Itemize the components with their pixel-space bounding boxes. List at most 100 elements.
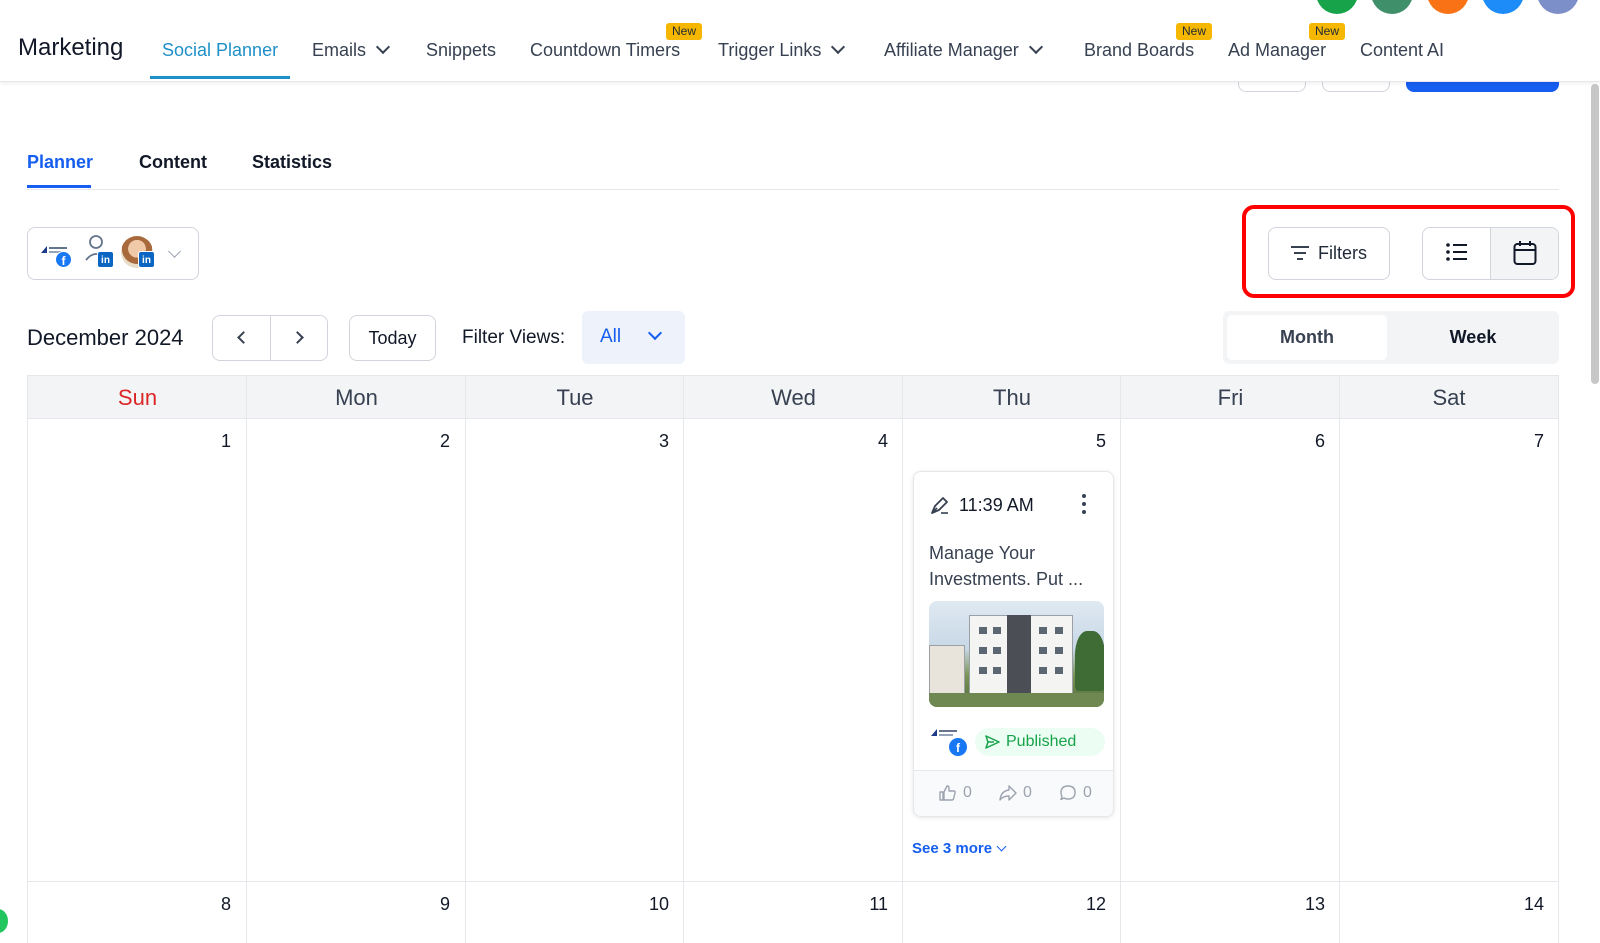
status-badge: Published bbox=[975, 728, 1105, 756]
grid-line bbox=[465, 375, 466, 943]
day-number: 1 bbox=[220, 431, 231, 451]
list-view-button[interactable] bbox=[1423, 228, 1491, 279]
chevron-down-icon bbox=[647, 325, 663, 341]
prev-month-button[interactable] bbox=[213, 316, 271, 360]
grid-line bbox=[27, 375, 28, 943]
new-badge: New bbox=[1176, 23, 1213, 40]
day-number: 7 bbox=[1533, 431, 1544, 451]
avatar[interactable] bbox=[1537, 0, 1579, 14]
status-label: Published bbox=[1006, 733, 1077, 750]
filters-button[interactable]: Filters bbox=[1268, 227, 1390, 280]
pen-icon bbox=[931, 497, 948, 514]
nav-affiliate-manager[interactable]: Affiliate Manager bbox=[884, 39, 1043, 61]
month-view-button[interactable]: Month bbox=[1227, 315, 1387, 360]
chevron-down-icon bbox=[1028, 39, 1043, 55]
weekday-mon: Mon bbox=[335, 385, 378, 410]
list-icon bbox=[1446, 243, 1467, 261]
nav-trigger-links-label: Trigger Links bbox=[718, 40, 822, 60]
post-time: 11:39 AM bbox=[959, 495, 1034, 515]
see-more-label: See 3 more bbox=[912, 840, 993, 857]
tab-content[interactable]: Content bbox=[139, 152, 207, 173]
day-number: 12 bbox=[1085, 894, 1106, 914]
tab-planner[interactable]: Planner bbox=[27, 152, 93, 173]
like-icon bbox=[939, 785, 956, 801]
see-more-link[interactable]: See 3 more bbox=[912, 840, 1007, 857]
filter-views-select[interactable]: All bbox=[582, 311, 685, 364]
day-number: 8 bbox=[220, 894, 231, 914]
today-button[interactable]: Today bbox=[349, 315, 436, 361]
day-number: 6 bbox=[1314, 431, 1325, 451]
weekday-header: Sun Mon Tue Wed Thu Fri Sat bbox=[27, 375, 1559, 419]
weekday-sat: Sat bbox=[1432, 385, 1466, 410]
phone-icon[interactable] bbox=[1316, 0, 1358, 14]
view-toggle bbox=[1422, 227, 1559, 280]
filters-label: Filters bbox=[1318, 243, 1367, 263]
brand-logo bbox=[929, 726, 959, 738]
grid-line bbox=[902, 375, 903, 943]
chat-icon[interactable] bbox=[1371, 0, 1413, 14]
nav-emails[interactable]: Emails bbox=[312, 39, 391, 61]
chevron-down-icon bbox=[831, 39, 846, 55]
post-text-line: Manage Your bbox=[929, 543, 1036, 563]
linkedin-icon: in bbox=[97, 251, 114, 268]
scrollbar-thumb[interactable] bbox=[1591, 84, 1599, 384]
filter-views-value: All bbox=[600, 326, 622, 347]
grid-line bbox=[1120, 375, 1121, 943]
nav-brand-boards[interactable]: Brand Boards bbox=[1084, 40, 1194, 61]
social-accounts-selector[interactable]: f in in bbox=[27, 227, 199, 280]
next-month-button[interactable] bbox=[271, 316, 329, 360]
day-number: 4 bbox=[877, 431, 888, 451]
grid-line bbox=[1558, 375, 1559, 943]
grid-line bbox=[246, 375, 247, 943]
comment-icon bbox=[1060, 785, 1076, 801]
tab-statistics[interactable]: Statistics bbox=[252, 152, 332, 173]
share-count: 0 bbox=[1023, 784, 1032, 801]
post-text: Manage Your Investments. Put ... bbox=[929, 540, 1104, 592]
weekday-wed: Wed bbox=[771, 385, 816, 410]
facebook-icon: f bbox=[55, 251, 72, 268]
tabs-divider bbox=[27, 189, 1559, 190]
weekday-sun: Sun bbox=[117, 385, 158, 410]
grid-line bbox=[27, 881, 1559, 882]
post-text-line: Investments. Put ... bbox=[929, 569, 1084, 589]
chevron-right-icon bbox=[291, 331, 304, 344]
weekday-tue: Tue bbox=[556, 385, 594, 410]
nav-content-ai[interactable]: Content AI bbox=[1360, 40, 1444, 61]
day-number: 13 bbox=[1304, 894, 1325, 914]
month-navigation bbox=[212, 315, 328, 361]
more-options-icon[interactable] bbox=[1082, 494, 1086, 514]
new-badge: New bbox=[666, 23, 703, 40]
weekday-fri: Fri bbox=[1217, 385, 1244, 410]
facebook-icon: f bbox=[948, 737, 968, 757]
post-stats: 0 0 0 bbox=[914, 770, 1113, 816]
month-week-toggle: Month Week bbox=[1223, 311, 1559, 364]
notification-icon[interactable] bbox=[1427, 0, 1469, 14]
like-count: 0 bbox=[963, 784, 972, 801]
grid-line bbox=[1339, 375, 1340, 943]
nav-affiliate-manager-label: Affiliate Manager bbox=[884, 40, 1019, 60]
post-card[interactable]: 11:39 AM Manage Your Investments. Put ..… bbox=[913, 471, 1114, 817]
week-view-button[interactable]: Week bbox=[1391, 315, 1555, 360]
linkedin-icon: in bbox=[138, 251, 155, 268]
share-icon bbox=[999, 785, 1017, 801]
filter-views-label: Filter Views: bbox=[462, 327, 566, 348]
day-number: 10 bbox=[648, 894, 669, 914]
help-icon[interactable] bbox=[1482, 0, 1524, 14]
filter-icon bbox=[1291, 246, 1309, 260]
chevron-down-icon bbox=[168, 245, 181, 258]
new-badge: New bbox=[1309, 23, 1346, 40]
nav-active-underline bbox=[150, 76, 290, 79]
chevron-down-icon bbox=[375, 39, 391, 55]
calendar-icon bbox=[1513, 241, 1537, 265]
nav-snippets[interactable]: Snippets bbox=[426, 40, 496, 61]
month-title: December 2024 bbox=[27, 325, 184, 350]
tab-active-underline bbox=[27, 185, 91, 188]
nav-countdown-timers[interactable]: Countdown Timers bbox=[530, 40, 680, 61]
nav-trigger-links[interactable]: Trigger Links bbox=[718, 39, 846, 61]
comment-count: 0 bbox=[1083, 784, 1092, 801]
chevron-left-icon bbox=[237, 331, 250, 344]
nav-ad-manager[interactable]: Ad Manager bbox=[1228, 40, 1326, 61]
calendar-view-button[interactable] bbox=[1491, 228, 1558, 279]
nav-social-planner[interactable]: Social Planner bbox=[162, 40, 278, 61]
chat-widget-icon[interactable] bbox=[0, 909, 8, 933]
